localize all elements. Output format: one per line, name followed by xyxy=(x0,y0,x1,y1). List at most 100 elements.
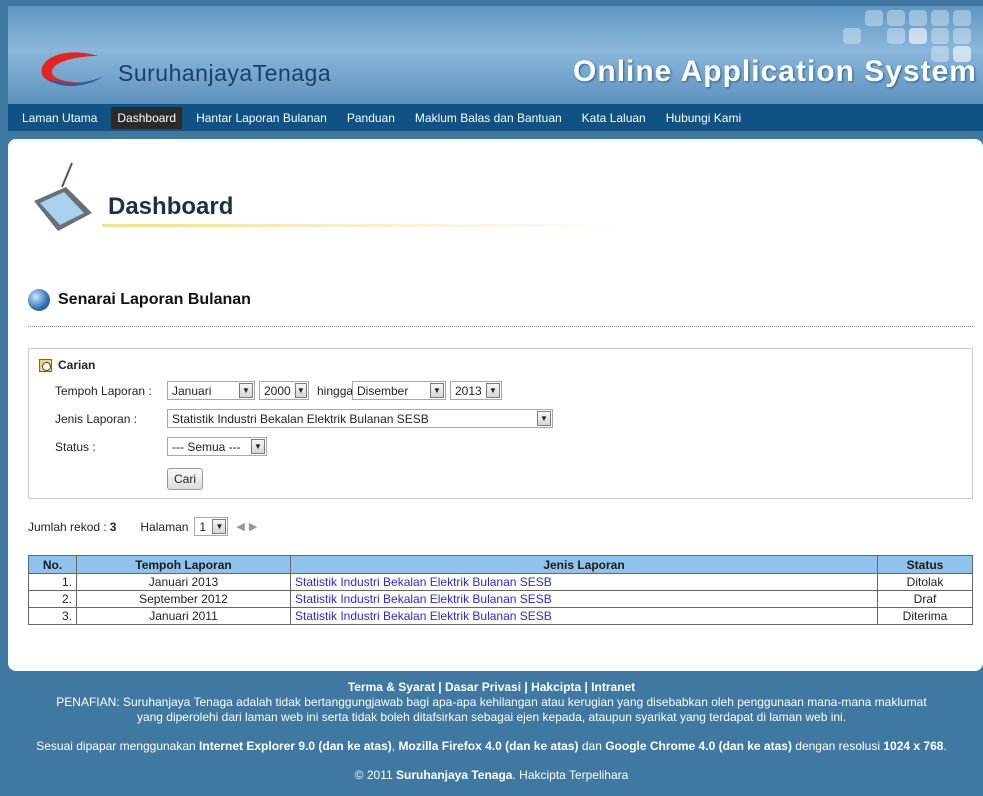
table-row: 1. Januari 2013 Statistik Industri Bekal… xyxy=(28,573,973,591)
browser-pre: Sesuai dipapar menggunakan xyxy=(36,739,196,753)
status-value: --- Semua --- xyxy=(172,439,241,454)
bulan-akhir-select[interactable]: Disember ▼ xyxy=(352,381,446,400)
search-icon xyxy=(39,358,52,372)
copyright: © 2011 Suruhanjaya Tenaga. Hakcipta Terp… xyxy=(0,768,983,783)
main-content: Dashboard Senarai Laporan Bulanan Carian… xyxy=(8,139,983,671)
bulan-mula-select[interactable]: Januari ▼ xyxy=(167,381,255,400)
cari-button[interactable]: Cari xyxy=(167,468,203,490)
col-status: Status xyxy=(877,555,973,574)
app-title: Online Application System xyxy=(573,55,977,88)
table-row: 2. September 2012 Statistik Industri Bek… xyxy=(28,590,973,608)
resolution: 1024 x 768 xyxy=(883,739,944,753)
records-count: 3 xyxy=(109,519,117,534)
nav-item-laman-utama[interactable]: Laman Utama xyxy=(16,107,103,129)
section-title: Senarai Laporan Bulanan xyxy=(58,291,251,308)
row-tempoh: Januari 2013 xyxy=(76,573,291,591)
tempoh-label: Tempoh Laporan : xyxy=(55,384,152,398)
status-label: Status : xyxy=(55,440,96,454)
hingga-label: hingga xyxy=(317,384,354,398)
tahun-akhir-select[interactable]: 2013 ▼ xyxy=(450,381,502,400)
copyright-org: Suruhanjaya Tenaga xyxy=(396,768,513,782)
search-panel: Carian Tempoh Laporan : Januari ▼ 2000 ▼ h… xyxy=(28,348,973,499)
chevron-down-icon: ▼ xyxy=(212,519,227,534)
footer-links: Terma & Syarat | Dasar Privasi | Hakcipt… xyxy=(347,680,636,694)
chevron-down-icon: ▼ xyxy=(537,411,551,426)
disclaimer-line-1: PENAFIAN: Suruhanjaya Tenaga adalah tida… xyxy=(56,695,927,709)
status-select[interactable]: --- Semua --- ▼ xyxy=(167,437,267,456)
logo-text: SuruhanjayaTenaga xyxy=(118,60,332,86)
col-tempoh: Tempoh Laporan xyxy=(76,555,291,574)
nav-item-dashboard[interactable]: Dashboard xyxy=(111,106,183,129)
row-status: Diterima xyxy=(877,607,973,625)
tahun-mula-value: 2000 xyxy=(264,383,291,398)
disclaimer-line-2: yang diperolehi dari laman web ini serta… xyxy=(136,710,847,724)
halaman-label: Halaman xyxy=(140,519,189,534)
browser-ie: Internet Explorer 9.0 (dan ke atas) xyxy=(199,739,392,753)
next-page-icon[interactable]: ▶ xyxy=(249,521,261,533)
col-jenis: Jenis Laporan xyxy=(290,555,878,574)
section-heading: Senarai Laporan Bulanan xyxy=(28,289,251,311)
globe-icon xyxy=(28,289,50,311)
banner-underline xyxy=(102,224,622,227)
row-tempoh: Januari 2011 xyxy=(76,607,291,625)
site-header: SuruhanjayaTenaga Online Application Sys… xyxy=(8,6,983,104)
row-jenis-cell: Statistik Industri Bekalan Elektrik Bula… xyxy=(290,590,878,608)
row-jenis-cell: Statistik Industri Bekalan Elektrik Bula… xyxy=(290,573,878,591)
copyright-pre: © 2011 xyxy=(354,768,393,782)
page-title: Dashboard xyxy=(108,193,234,220)
copyright-post: . Hakcipta Terpelihara xyxy=(512,768,629,782)
bulan-akhir-value: Disember xyxy=(357,383,409,398)
logo-swoosh-icon xyxy=(41,52,104,87)
browser-chrome: Google Chrome 4.0 (dan ke atas) xyxy=(605,739,792,753)
browser-dan: dan xyxy=(581,739,602,753)
nav-item-maklum-balas[interactable]: Maklum Balas dan Bantuan xyxy=(409,107,568,129)
row-jenis-link[interactable]: Statistik Industri Bekalan Elektrik Bula… xyxy=(295,592,552,606)
row-no: 1. xyxy=(28,573,77,591)
row-jenis-link[interactable]: Statistik Industri Bekalan Elektrik Bula… xyxy=(295,609,552,623)
row-jenis-link[interactable]: Statistik Industri Bekalan Elektrik Bula… xyxy=(295,575,552,589)
row-status: Ditolak xyxy=(877,573,973,591)
tahun-mula-select[interactable]: 2000 ▼ xyxy=(259,381,309,400)
dashboard-banner: Dashboard xyxy=(22,161,622,241)
search-title: Carian xyxy=(39,358,95,372)
jenis-laporan-select[interactable]: Statistik Industri Bekalan Elektrik Bula… xyxy=(167,409,553,428)
footer-link-hakcipta[interactable]: Hakcipta xyxy=(531,680,581,694)
browser-note: Sesuai dipapar menggunakan Internet Expl… xyxy=(36,739,947,753)
records-bar: Jumlah rekod : 3 Halaman 1 ▼ ◀▶ xyxy=(28,517,261,536)
chevron-down-icon: ▼ xyxy=(430,383,444,398)
jenis-laporan-value: Statistik Industri Bekalan Elektrik Bula… xyxy=(172,411,429,426)
nav-item-kata-laluan[interactable]: Kata Laluan xyxy=(576,107,652,129)
row-status: Draf xyxy=(877,590,973,608)
browser-ff: Mozilla Firefox 4.0 (dan ke atas) xyxy=(398,739,579,753)
footer-link-terma[interactable]: Terma & Syarat xyxy=(348,680,435,694)
halaman-select[interactable]: 1 ▼ xyxy=(194,517,229,536)
search-title-label: Carian xyxy=(58,358,96,372)
table-row: 3. Januari 2011 Statistik Industri Bekal… xyxy=(28,607,973,625)
footer-link-privasi[interactable]: Dasar Privasi xyxy=(445,680,521,694)
halaman-value: 1 xyxy=(199,519,207,534)
prev-page-icon[interactable]: ◀ xyxy=(236,521,248,533)
report-table: No. Tempoh Laporan Jenis Laporan Status … xyxy=(28,555,973,625)
res-pre: dengan resolusi xyxy=(795,739,881,753)
row-no: 3. xyxy=(28,607,77,625)
row-no: 2. xyxy=(28,590,77,608)
row-tempoh: September 2012 xyxy=(76,590,291,608)
main-nav: Laman Utama Dashboard Hantar Laporan Bul… xyxy=(8,104,983,131)
nav-item-panduan[interactable]: Panduan xyxy=(341,107,401,129)
tahun-akhir-value: 2013 xyxy=(455,383,482,398)
chevron-down-icon: ▼ xyxy=(251,439,265,454)
bulan-mula-value: Januari xyxy=(172,383,212,398)
pda-icon xyxy=(34,162,92,231)
chevron-down-icon: ▼ xyxy=(294,383,307,398)
site-footer: Terma & Syarat | Dasar Privasi | Hakcipt… xyxy=(0,680,983,783)
table-header-row: No. Tempoh Laporan Jenis Laporan Status xyxy=(28,555,973,574)
nav-item-hantar-laporan[interactable]: Hantar Laporan Bulanan xyxy=(190,107,333,129)
chevron-down-icon: ▼ xyxy=(486,383,500,398)
section-divider xyxy=(28,326,973,327)
jenis-label: Jenis Laporan : xyxy=(55,412,138,426)
nav-item-hubungi-kami[interactable]: Hubungi Kami xyxy=(660,107,747,129)
footer-link-intranet[interactable]: Intranet xyxy=(591,680,635,694)
col-no: No. xyxy=(28,555,77,574)
records-label: Jumlah rekod : xyxy=(28,519,107,534)
pager-arrows: ◀▶ xyxy=(236,520,261,533)
